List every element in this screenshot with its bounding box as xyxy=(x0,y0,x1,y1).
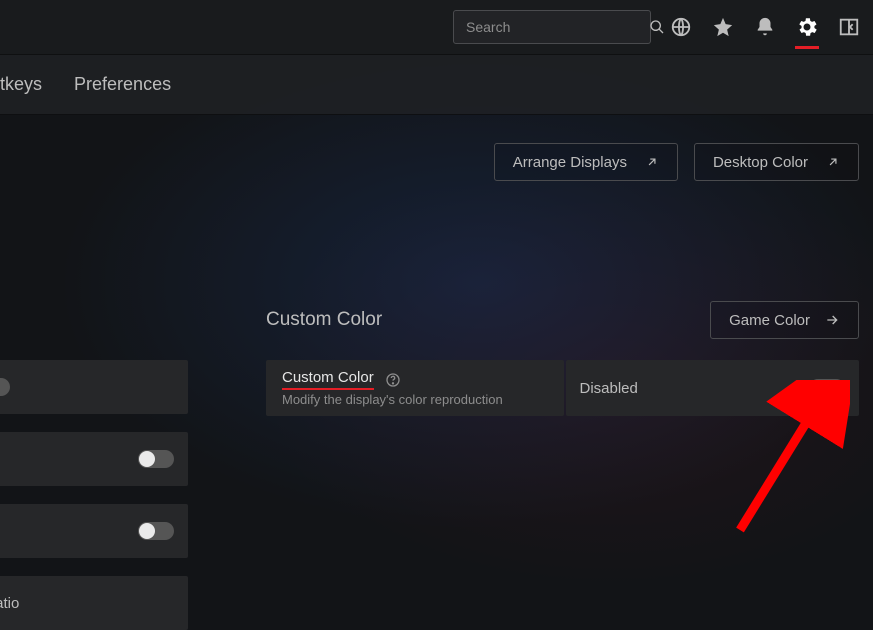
desktop-color-label: Desktop Color xyxy=(713,154,808,171)
left-card-3[interactable] xyxy=(0,504,188,558)
subnav: otkeys Preferences xyxy=(0,55,873,115)
arrange-displays-label: Arrange Displays xyxy=(513,154,627,171)
search-box[interactable] xyxy=(453,10,651,44)
left-card-4-frag: ect ratio xyxy=(0,595,19,612)
left-card-2[interactable] xyxy=(0,432,188,486)
topbar xyxy=(0,0,873,55)
star-icon[interactable] xyxy=(711,15,735,39)
left-card-4[interactable]: ect ratio xyxy=(0,576,188,630)
custom-color-section-header: Custom Color Game Color xyxy=(266,301,859,339)
left-toggle-3[interactable] xyxy=(138,522,174,540)
arrange-displays-button[interactable]: Arrange Displays xyxy=(494,143,678,181)
globe-icon[interactable] xyxy=(669,15,693,39)
custom-color-status-card[interactable]: Disabled xyxy=(566,360,860,416)
search-icon xyxy=(649,15,665,39)
custom-color-label: Custom Color xyxy=(282,369,374,390)
left-toggle-2[interactable] xyxy=(138,450,174,468)
open-icon xyxy=(645,155,659,169)
search-input[interactable] xyxy=(464,18,649,36)
custom-color-row: Custom Color Modify the display's color … xyxy=(266,360,859,416)
game-color-label: Game Color xyxy=(729,312,810,329)
custom-color-subtitle: Modify the display's color reproduction xyxy=(282,392,503,407)
arrow-right-icon xyxy=(824,312,840,328)
gear-icon[interactable] xyxy=(795,15,819,39)
help-icon[interactable] xyxy=(384,371,402,389)
open-icon xyxy=(826,155,840,169)
tab-hotkeys[interactable]: otkeys xyxy=(0,74,62,95)
panel-exit-icon[interactable] xyxy=(837,15,861,39)
left-partial-panel: ted ect ratio xyxy=(0,360,188,630)
left-toggle-1[interactable] xyxy=(0,378,10,396)
game-color-button[interactable]: Game Color xyxy=(710,301,859,339)
status-label: Disabled xyxy=(580,380,638,397)
left-card-1[interactable]: ted xyxy=(0,360,188,414)
custom-color-card[interactable]: Custom Color Modify the display's color … xyxy=(266,360,564,416)
bell-icon[interactable] xyxy=(753,15,777,39)
desktop-color-button[interactable]: Desktop Color xyxy=(694,143,859,181)
display-actions: Arrange Displays Desktop Color xyxy=(0,115,873,181)
section-title: Custom Color xyxy=(266,309,382,331)
custom-color-toggle[interactable] xyxy=(809,379,845,397)
tab-preferences[interactable]: Preferences xyxy=(74,74,191,95)
toggle-knob xyxy=(810,380,826,396)
